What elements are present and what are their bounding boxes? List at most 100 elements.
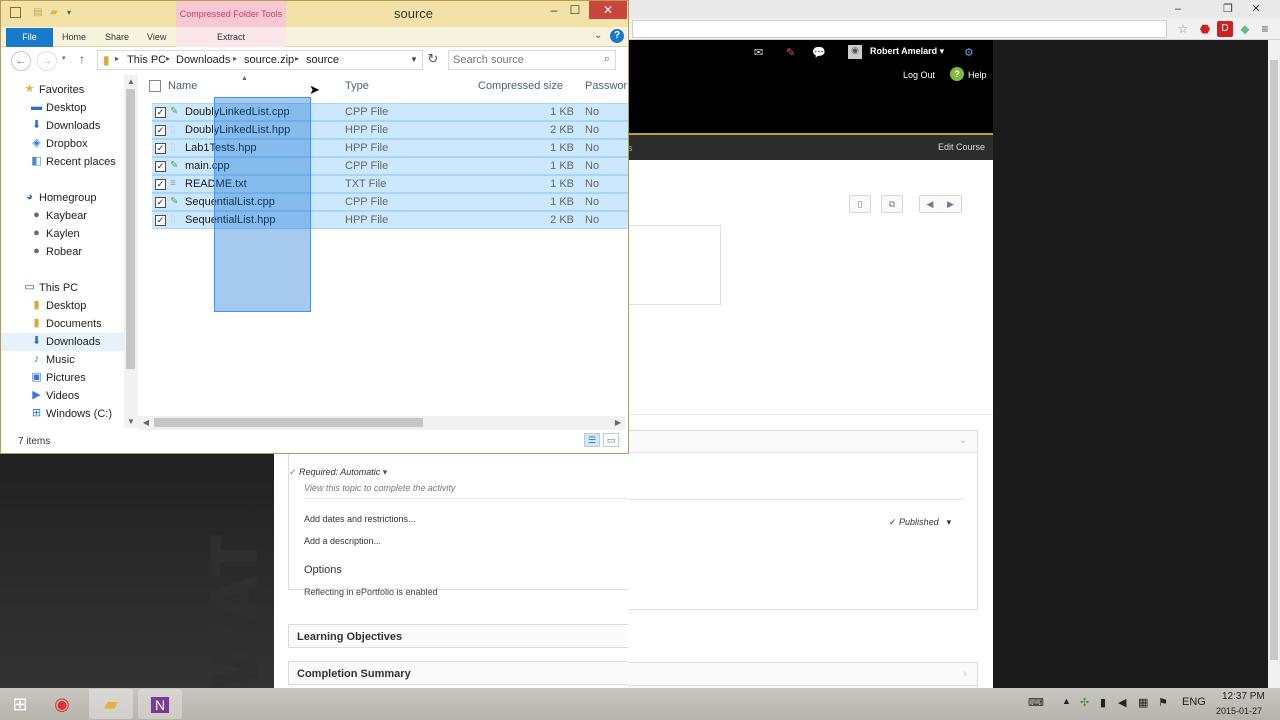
row-checkbox[interactable]: ✓ bbox=[155, 125, 166, 136]
select-all-checkbox[interactable] bbox=[149, 80, 161, 92]
column-type[interactable]: Type bbox=[345, 80, 369, 92]
breadcrumb-this-pc[interactable]: This PC bbox=[127, 54, 166, 66]
nav-pc-downloads[interactable]: ⬇ Downloads bbox=[1, 333, 124, 351]
nav-favorites[interactable]: ★ Favorites bbox=[1, 81, 124, 99]
back-button[interactable]: ← bbox=[11, 51, 31, 71]
nav-homegroup[interactable]: ◕ Homegroup bbox=[1, 189, 124, 207]
star-icon[interactable]: ☆ bbox=[1175, 21, 1191, 37]
language-indicator[interactable]: ENG bbox=[1182, 696, 1206, 708]
nav-recent-places[interactable]: ◧ Recent places bbox=[1, 153, 124, 171]
horizontal-scroll-thumb[interactable] bbox=[154, 418, 423, 427]
refresh-icon[interactable]: ↻ bbox=[424, 51, 442, 71]
completion-summary-panel[interactable]: Completion Summary bbox=[288, 661, 628, 685]
horizontal-scrollbar[interactable]: ◀ ▶ bbox=[138, 416, 625, 430]
tab-extract[interactable]: Extract bbox=[176, 27, 286, 47]
tab-home[interactable]: Home bbox=[62, 32, 86, 42]
edit-course-link[interactable]: Edit Course bbox=[938, 142, 985, 152]
browser-address-bar[interactable] bbox=[632, 20, 1167, 38]
search-box[interactable]: ⌕ bbox=[448, 50, 616, 70]
learning-objectives-panel[interactable]: Learning Objectives bbox=[288, 624, 628, 648]
nav-desktop[interactable]: ▬ Desktop bbox=[1, 99, 124, 117]
breadcrumb-source-zip[interactable]: source.zip bbox=[244, 54, 294, 66]
nav-kaylen[interactable]: ● Kaylen bbox=[1, 225, 124, 243]
row-checkbox[interactable]: ✓ bbox=[155, 197, 166, 208]
onenote-taskbar-icon[interactable]: N bbox=[138, 689, 182, 719]
chrome-taskbar-icon[interactable]: ◉ bbox=[40, 689, 84, 719]
tab-share[interactable]: Share bbox=[105, 32, 129, 42]
help-link[interactable]: Help bbox=[968, 70, 987, 80]
browser-minimize-button[interactable]: – bbox=[1165, 0, 1191, 18]
nav-videos[interactable]: ▶ Videos bbox=[1, 387, 124, 405]
navigation-scroll-thumb[interactable] bbox=[126, 89, 135, 369]
row-checkbox[interactable]: ✓ bbox=[155, 215, 166, 226]
search-icon[interactable]: ⌕ bbox=[604, 53, 610, 66]
nav-robear[interactable]: ● Robear bbox=[1, 243, 124, 261]
help-icon[interactable]: ? bbox=[610, 29, 624, 43]
window-menu-icon[interactable] bbox=[10, 7, 21, 18]
file-explorer-taskbar-icon[interactable]: ▰ bbox=[89, 689, 133, 719]
volume-icon[interactable]: ◀ bbox=[1118, 696, 1126, 709]
search-input[interactable] bbox=[453, 53, 593, 67]
address-dropdown-icon[interactable]: ▼ bbox=[410, 55, 418, 64]
nav-pictures[interactable]: ▣ Pictures bbox=[1, 369, 124, 387]
column-compressed-size[interactable]: Compressed size bbox=[478, 80, 563, 92]
browser-restore-button[interactable]: ❐ bbox=[1215, 0, 1241, 18]
tab-view[interactable]: View bbox=[147, 32, 166, 42]
clock-date[interactable]: 2015-01-27 bbox=[1216, 706, 1262, 716]
breadcrumb-source[interactable]: source bbox=[306, 54, 339, 66]
nav-music[interactable]: ♪ Music bbox=[1, 351, 124, 369]
scroll-up-icon[interactable]: ▲ bbox=[124, 77, 138, 86]
mail-icon[interactable]: ✉ bbox=[754, 46, 763, 59]
nav-kaybear[interactable]: ● Kaybear bbox=[1, 207, 124, 225]
scroll-right-icon[interactable]: ▶ bbox=[611, 418, 625, 427]
large-icons-view-icon[interactable]: ▭ bbox=[603, 433, 619, 447]
tab-file[interactable]: File bbox=[6, 28, 53, 47]
row-checkbox[interactable]: ✓ bbox=[155, 179, 166, 190]
row-checkbox[interactable]: ✓ bbox=[155, 107, 166, 118]
keyboard-icon[interactable]: ⌨ bbox=[1028, 696, 1044, 709]
column-name[interactable]: Name bbox=[168, 80, 197, 92]
nav-downloads[interactable]: ⬇ Downloads bbox=[1, 117, 124, 135]
navigation-scrollbar[interactable]: ▲ ▼ bbox=[124, 75, 138, 428]
forward-button[interactable]: → bbox=[37, 51, 57, 71]
explorer-title-bar[interactable]: ▤ ▰ ▾ Compressed Folder Tools source – ☐… bbox=[1, 1, 628, 27]
nav-dropbox[interactable]: ◈ Dropbox bbox=[1, 135, 124, 153]
extension-icon[interactable]: D bbox=[1217, 21, 1233, 37]
properties-icon[interactable]: ▤ bbox=[33, 7, 45, 19]
address-bar[interactable]: ▮ ▸ This PC ▸ Downloads ▸ source.zip ▸ s… bbox=[97, 50, 423, 70]
browser-scrollbar[interactable] bbox=[1268, 40, 1280, 688]
nav-this-pc[interactable]: ▭ This PC bbox=[1, 279, 124, 297]
add-dates-link[interactable]: Add dates and restrictions... bbox=[304, 514, 416, 524]
published-status-menu[interactable]: ✓ Published ▾ bbox=[889, 517, 951, 528]
previous-topic-button[interactable]: ◀ bbox=[919, 195, 941, 213]
network-share-icon[interactable]: ✣ bbox=[1080, 696, 1089, 709]
new-folder-icon[interactable]: ▰ bbox=[50, 7, 62, 19]
start-button[interactable]: ⊞ bbox=[6, 693, 34, 715]
bookmark-button[interactable]: ▯ bbox=[849, 195, 871, 213]
view-toggle-button[interactable]: ⧉ bbox=[881, 195, 903, 213]
maximize-button[interactable]: ☐ bbox=[562, 1, 588, 19]
details-view-icon[interactable]: ☰ bbox=[584, 433, 600, 447]
browser-close-button[interactable]: ✕ bbox=[1243, 0, 1269, 18]
row-checkbox[interactable]: ✓ bbox=[155, 143, 166, 154]
avatar[interactable]: ◉ bbox=[848, 45, 862, 59]
next-topic-button[interactable]: ▶ bbox=[940, 195, 962, 213]
browser-scroll-thumb[interactable] bbox=[1270, 60, 1278, 660]
nav-windows-c[interactable]: ⊞ Windows (C:) bbox=[1, 405, 124, 423]
help-icon[interactable]: ? bbox=[950, 67, 964, 81]
network-icon[interactable]: ▦ bbox=[1138, 696, 1148, 709]
chat-icon[interactable]: 💬 bbox=[812, 46, 826, 59]
action-center-icon[interactable]: ⚑ bbox=[1158, 696, 1168, 709]
menu-icon[interactable]: ≡ bbox=[1257, 21, 1273, 37]
column-password[interactable]: Passwor bbox=[585, 80, 627, 92]
nav-documents[interactable]: ▮ Documents bbox=[1, 315, 124, 333]
row-checkbox[interactable]: ✓ bbox=[155, 161, 166, 172]
up-button[interactable]: ↑ bbox=[79, 52, 85, 66]
chevron-down-icon[interactable]: ⌄ bbox=[959, 435, 967, 446]
scroll-down-icon[interactable]: ▼ bbox=[124, 417, 138, 426]
battery-icon[interactable]: ▮ bbox=[1100, 696, 1106, 709]
close-button[interactable]: ✕ bbox=[589, 1, 627, 19]
recent-locations-icon[interactable]: ▾ bbox=[62, 54, 66, 62]
scroll-left-icon[interactable]: ◀ bbox=[139, 418, 153, 427]
alerts-icon[interactable]: ✎ bbox=[786, 46, 795, 59]
